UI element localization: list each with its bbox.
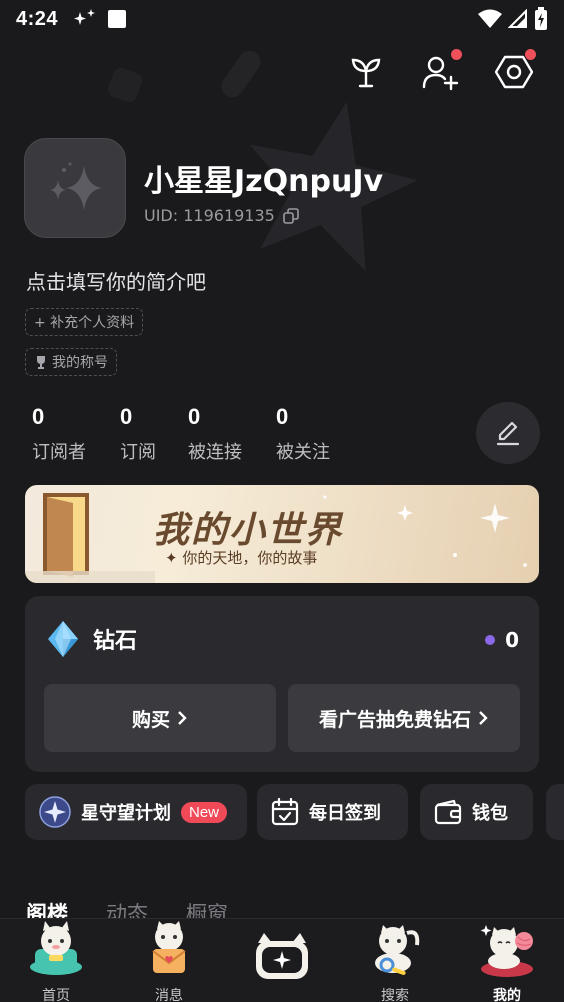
banner-title: 我的小世界 (153, 509, 344, 551)
buy-diamond-button[interactable]: 购买 (44, 684, 276, 752)
balance-dot (485, 635, 496, 645)
daily-sign-in-button[interactable]: 每日签到 (257, 784, 408, 840)
nav-mine-label: 我的 (493, 988, 521, 1002)
stat-label: 订阅者 (32, 442, 86, 463)
stat-followers[interactable]: 0 被关注 (276, 404, 330, 464)
wifi-icon (478, 9, 502, 28)
nav-search[interactable]: 搜索 (350, 919, 440, 1002)
notification-square-icon (108, 10, 127, 28)
wallet-button[interactable]: 钱包 (420, 784, 533, 840)
settings-button[interactable] (494, 49, 536, 92)
add-profile-tag[interactable]: + 补充个人资料 (25, 308, 144, 336)
nav-messages[interactable]: 消息 (124, 919, 214, 1002)
star-plan-button[interactable]: 星守望计划 New (25, 784, 247, 840)
uid-row[interactable]: UID: 119619135 (144, 206, 299, 225)
stat-value: 0 (32, 404, 45, 429)
title-tag[interactable]: 我的称号 (25, 348, 117, 376)
nav-home[interactable]: 首页 (11, 919, 101, 1002)
sprout-button[interactable] (346, 52, 386, 92)
stats: 0 订阅者 0 订阅 0 被连接 0 被关注 (32, 404, 330, 464)
nav-mine[interactable]: 我的 (462, 919, 552, 1002)
diamond-card: 钻石 0 购买 看广告抽免费钻石 (25, 596, 539, 772)
stat-value: 0 (120, 404, 133, 429)
stat-value: 0 (276, 404, 289, 429)
notification-dot (525, 49, 536, 60)
wallet-icon (434, 799, 462, 825)
uid-text: UID: 119619135 (144, 206, 275, 225)
diamond-header: 钻石 (47, 620, 137, 658)
diamond-balance: 0 (485, 628, 519, 652)
add-friend-button[interactable] (420, 49, 462, 92)
stat-label: 被关注 (276, 442, 330, 463)
more-shortcut-button[interactable] (546, 784, 564, 840)
wallet-label: 钱包 (472, 803, 508, 824)
add-profile-label: + 补充个人资料 (34, 315, 135, 331)
avatar-placeholder-icon (50, 162, 102, 210)
nav-search-label: 搜索 (381, 988, 409, 1002)
stat-label: 订阅 (120, 442, 156, 463)
status-bar: 4:24 (0, 0, 564, 38)
notification-dot (451, 49, 462, 60)
new-badge: New (181, 801, 228, 823)
star-plan-label: 星守望计划 (81, 803, 171, 824)
signal-icon (508, 9, 527, 28)
diamond-label: 钻石 (93, 629, 138, 654)
messages-cat-icon (152, 921, 186, 973)
top-actions (346, 49, 536, 92)
bio[interactable]: 点击填写你的简介吧 (26, 266, 206, 295)
battery-icon (535, 7, 547, 30)
nav-messages-label: 消息 (155, 988, 183, 1002)
search-cat-icon (375, 925, 420, 975)
copy-icon[interactable] (283, 207, 299, 224)
status-time: 4:24 (16, 7, 59, 30)
calendar-check-icon (271, 798, 299, 826)
avatar[interactable] (24, 138, 126, 238)
diamond-icon (48, 621, 78, 657)
title-tag-label: 我的称号 (52, 355, 108, 371)
stat-value: 0 (188, 404, 201, 429)
stat-connected[interactable]: 0 被连接 (188, 404, 276, 464)
bottom-nav: 首页 消息 搜索 我的 (0, 918, 564, 1002)
sprout-icon (351, 58, 381, 88)
sparkle-icon (74, 9, 96, 25)
create-cat-icon (256, 933, 308, 979)
buy-label: 购买 (131, 708, 170, 731)
edit-profile-button[interactable] (476, 402, 540, 464)
mine-cat-icon (480, 925, 533, 977)
stat-label: 被连接 (188, 442, 242, 463)
stat-subscriptions[interactable]: 0 订阅 (120, 404, 188, 464)
watch-ad-button[interactable]: 看广告抽免费钻石 (288, 684, 520, 752)
star-badge-icon (39, 796, 71, 828)
trophy-icon (37, 356, 45, 369)
banner-subtitle: ✦ 你的天地，你的故事 (165, 549, 318, 567)
my-world-banner[interactable]: 我的小世界 ✦ 你的天地，你的故事 (25, 485, 539, 583)
diamond-count: 0 (505, 628, 519, 652)
sign-in-label: 每日签到 (309, 803, 381, 824)
nav-create[interactable] (237, 919, 327, 991)
chevron-right-icon (479, 711, 488, 725)
edit-icon (496, 421, 520, 446)
ad-label: 看广告抽免费钻石 (318, 708, 471, 731)
username: 小星星JzQnpuJv (144, 164, 384, 199)
stat-subscribers[interactable]: 0 订阅者 (32, 404, 120, 464)
home-cat-icon (30, 921, 82, 975)
nav-home-label: 首页 (42, 988, 70, 1002)
chevron-right-icon (178, 711, 187, 725)
